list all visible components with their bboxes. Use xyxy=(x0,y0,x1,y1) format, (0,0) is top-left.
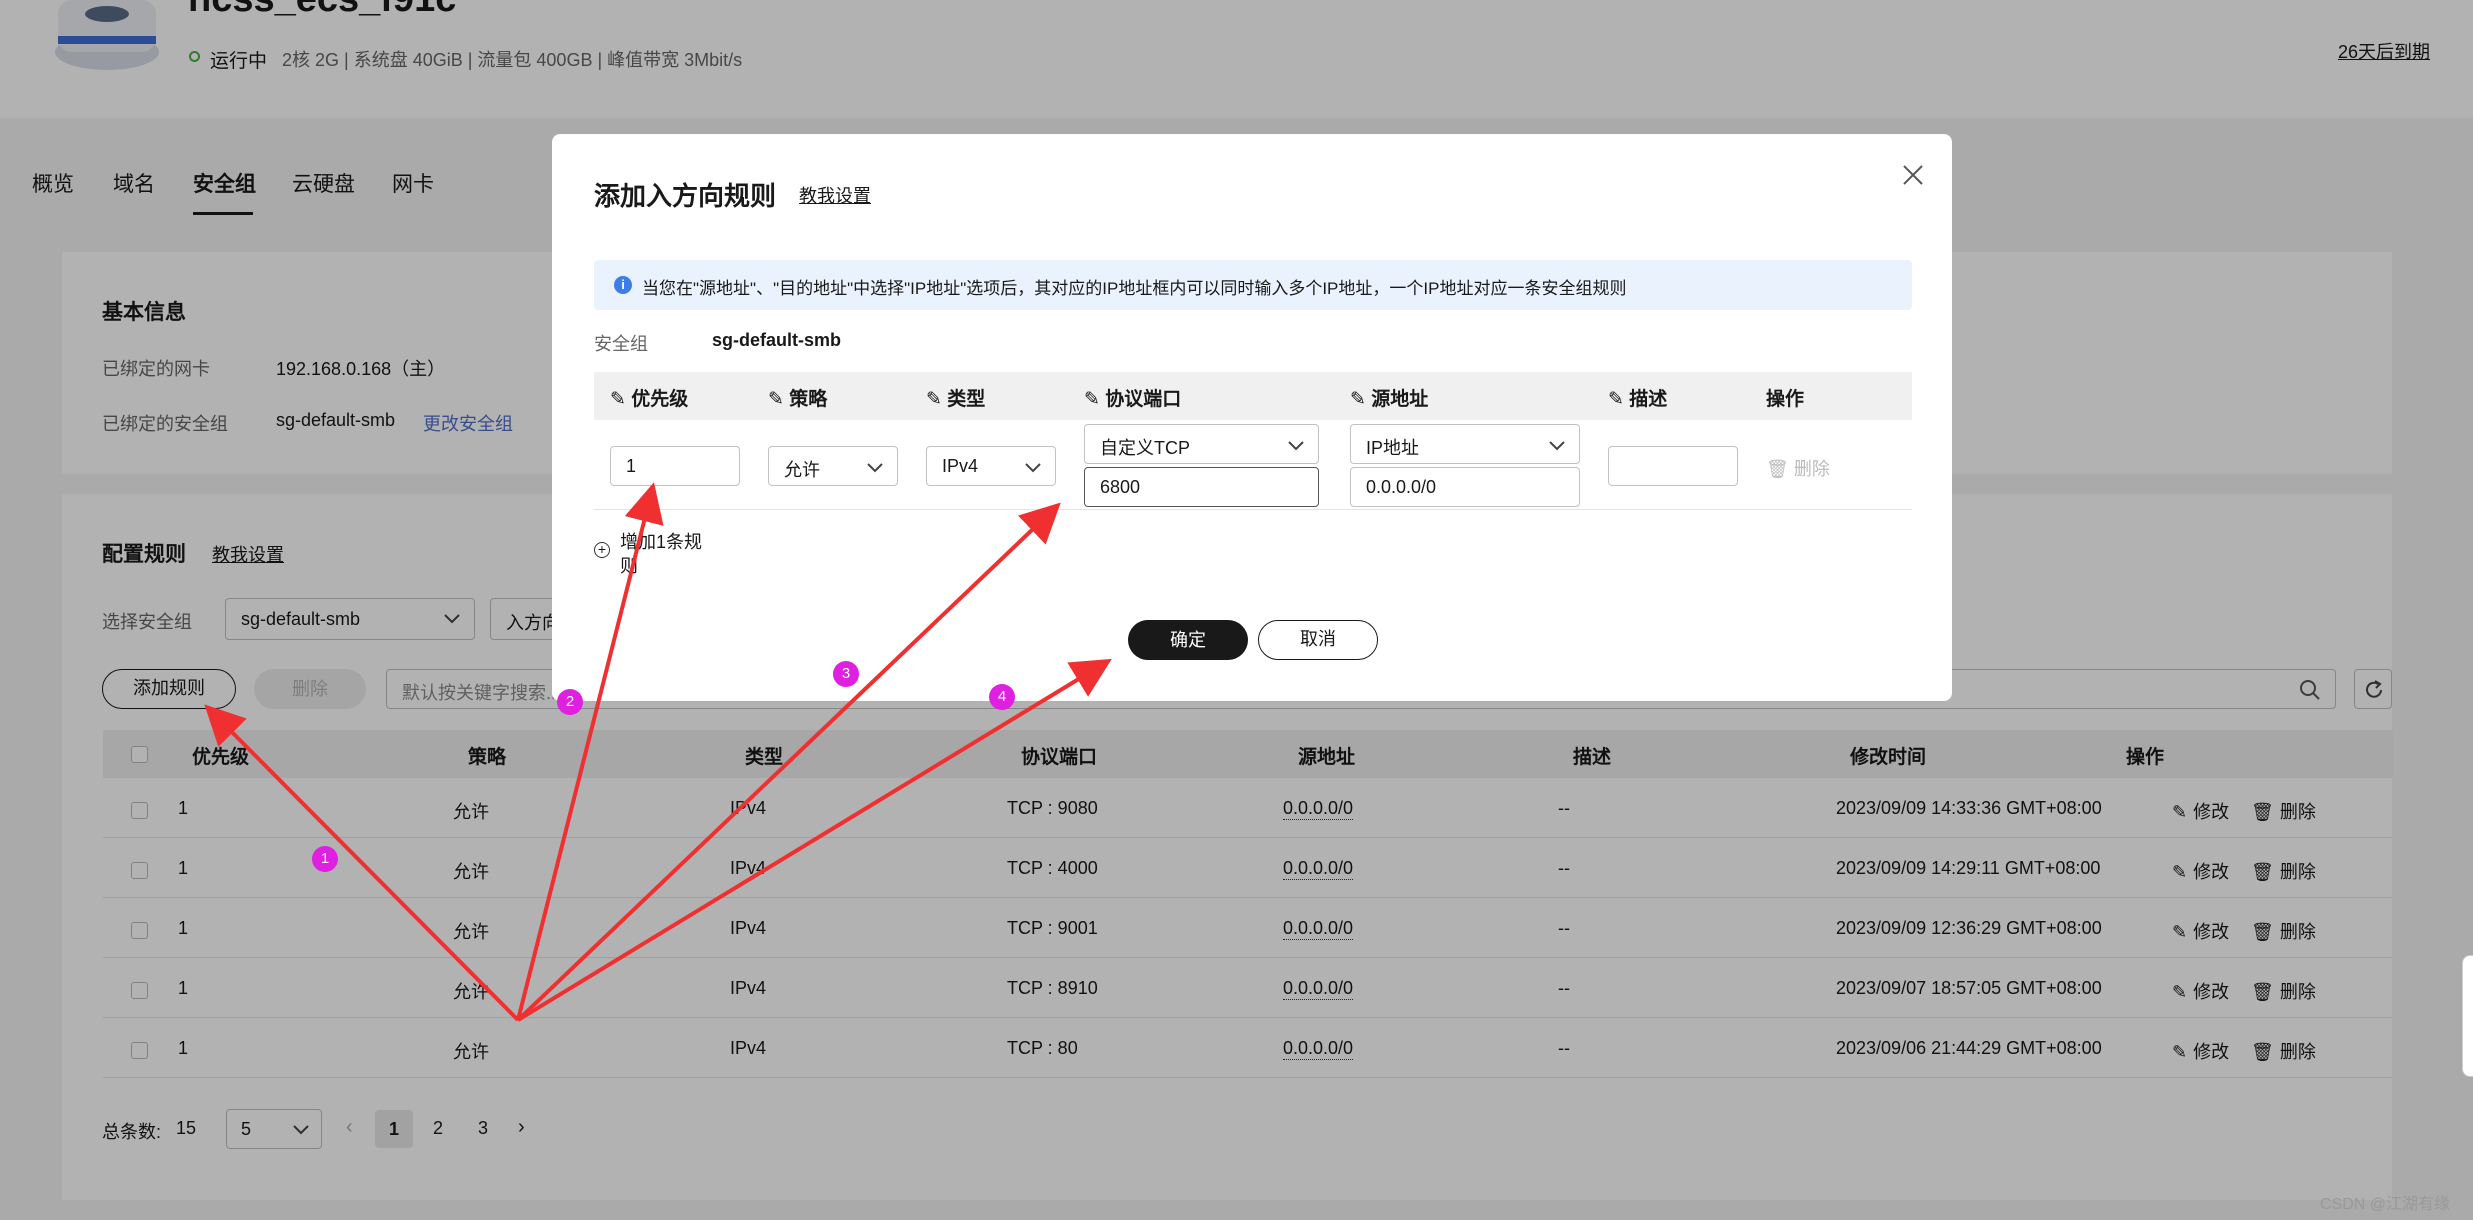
side-floating-widget[interactable] xyxy=(2462,955,2473,1077)
annotation-marker-4: 4 xyxy=(989,684,1015,710)
annotation-marker-2: 2 xyxy=(557,689,583,715)
annotation-marker-1: 1 xyxy=(312,846,338,872)
annotation-marker-3: 3 xyxy=(833,661,859,687)
watermark: CSDN @江湖有缘 xyxy=(2320,1196,2451,1213)
annotation-arrows xyxy=(204,482,1112,1022)
